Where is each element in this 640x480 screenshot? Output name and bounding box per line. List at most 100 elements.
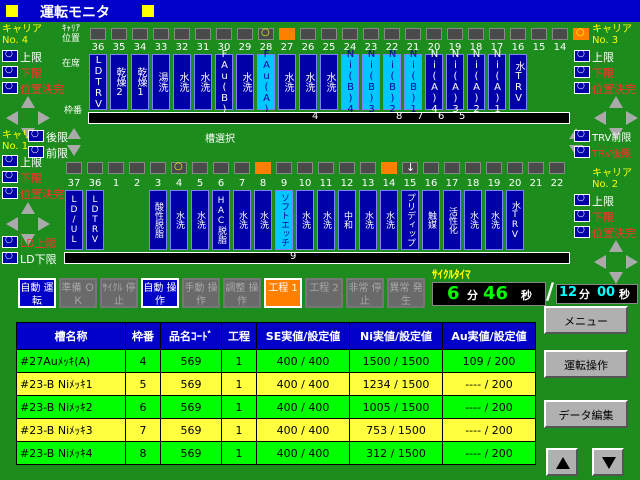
carrier-slot[interactable] [552,28,568,40]
carrier-slot[interactable] [426,28,442,40]
tank-cell[interactable]: 水洗 [254,190,272,250]
ld-up-indicator[interactable] [2,235,18,248]
carrier-slot[interactable] [342,28,358,40]
tank-cell[interactable]: FAu(A) [257,49,275,115]
carrier-1-pos-indicator[interactable] [2,186,18,199]
carrier-1-up-indicator[interactable] [2,154,18,167]
carrier-3-down-indicator[interactable] [574,65,590,78]
tank-cell[interactable]: 水洗 [380,190,398,250]
carrier-slot[interactable] [87,162,103,174]
carrier-2-pos-indicator[interactable] [574,225,590,238]
carrier-slot[interactable] [486,162,502,174]
carrier-slot[interactable] [90,28,106,40]
tank-cell[interactable]: Ni(A)1 [488,49,506,115]
carrier-2-up-indicator[interactable] [574,193,590,206]
carrier-slot[interactable] [321,28,337,40]
carrier-slot[interactable] [258,27,274,40]
mode-button[interactable]: 非常 停止 [346,278,384,308]
tank-cell[interactable]: LD/UL [65,190,83,250]
tank-cell[interactable]: Ni(B)4 [341,49,359,115]
carrier-slot[interactable] [150,162,166,174]
carrier-slot[interactable] [384,28,400,40]
ld-down-indicator[interactable] [2,251,18,264]
tank-cell[interactable]: Ni(A)2 [467,49,485,115]
table-row[interactable]: #23-B Niﾒｯｷ3 7 569 1 400 / 400 753 / 1500 ----… [16,418,536,442]
tank-cell[interactable]: 水洗 [485,190,503,250]
mode-button[interactable]: 自動 操作 [141,278,179,308]
data-edit-button[interactable]: データ編集 [544,400,628,428]
carrier-slot[interactable] [489,28,505,40]
carrier-slot[interactable] [297,162,313,174]
tank-cell[interactable]: 水洗 [320,54,338,110]
carrier-slot[interactable] [381,162,397,174]
tank-cell[interactable]: 触媒 [422,190,440,250]
tank-cell[interactable]: 水洗 [191,190,209,250]
mode-button[interactable]: 異常 発生 [387,278,425,308]
tank-cell[interactable]: FAu(B) [215,49,233,115]
carrier-slot[interactable] [129,162,145,174]
carrier-slot[interactable] [465,162,481,174]
carrier-slot[interactable] [66,162,82,174]
mode-button[interactable]: 手動 操作 [182,278,220,308]
carrier-2-dpad[interactable] [594,240,638,284]
mode-button[interactable]: 工程 2 [305,278,343,308]
carrier-slot[interactable] [507,162,523,174]
tank-cell[interactable]: 水洗 [173,54,191,110]
carrier-4-pos-indicator[interactable] [2,81,18,94]
tank-cell[interactable]: 水洗 [299,54,317,110]
tank-cell[interactable]: 水洗 [464,190,482,250]
carrier-slot[interactable] [255,162,271,174]
tank-cell[interactable]: 水洗 [236,54,254,110]
scroll-up-button[interactable] [546,448,578,476]
carrier-1-back-indicator[interactable] [28,129,44,142]
carrier-slot[interactable] [468,28,484,40]
operation-button[interactable]: 運転操作 [544,350,628,378]
carrier-slot[interactable] [213,162,229,174]
table-row[interactable]: #27Auﾒｯｷ(A) 4 569 1 400 / 400 1500 / 1500 109 … [16,349,536,373]
carrier-slot[interactable] [171,161,187,174]
tank-cell[interactable]: HAC脱脂 [212,190,230,250]
mode-button[interactable]: ｻｲｸﾙ 停止 [100,278,138,308]
tank-cell[interactable]: 乾燥2 [110,54,128,110]
tank-cell[interactable]: Ni(B)1 [404,49,422,115]
carrier-slot[interactable] [192,162,208,174]
table-row[interactable]: #23-B Niﾒｯｷ4 8 569 1 400 / 400 312 / 1500 ----… [16,441,536,465]
scroll-down-button[interactable] [592,448,624,476]
tank-cell[interactable]: 水洗 [278,54,296,110]
tank-cell[interactable]: Ni(B)2 [383,49,401,115]
carrier-slot[interactable] [111,28,127,40]
carrier-slot[interactable] [276,162,292,174]
tank-cell[interactable]: 水TRV [506,190,524,250]
carrier-slot[interactable] [279,28,295,40]
carrier-slot[interactable] [237,28,253,40]
carrier-slot[interactable] [549,162,565,174]
tank-cell[interactable]: 水洗 [233,190,251,250]
trv-front-indicator[interactable] [574,129,590,142]
carrier-slot[interactable] [444,162,460,174]
tank-cell[interactable]: プリディップ [401,190,419,250]
tank-cell[interactable]: 水洗 [194,54,212,110]
table-row[interactable]: #23-B Niﾒｯｷ1 5 569 1 400 / 400 1234 / 1500 ---… [16,372,536,396]
carrier-slot[interactable] [363,28,379,40]
carrier-3-up-indicator[interactable] [574,49,590,62]
carrier-slot[interactable] [132,28,148,40]
carrier-1-updown-icon[interactable] [66,128,82,158]
carrier-slot[interactable] [195,28,211,40]
tank-cell[interactable]: 水TRV [509,54,527,110]
tank-cell[interactable]: 水洗 [359,190,377,250]
tank-cell[interactable]: Ni(A)4 [425,49,443,115]
carrier-slot[interactable] [174,28,190,40]
carrier-slot[interactable] [402,161,418,174]
carrier-slot[interactable] [300,28,316,40]
mode-button[interactable]: 自動 運転 [18,278,56,308]
carrier-slot[interactable] [318,162,334,174]
tank-cell[interactable]: Ni(A)3 [446,49,464,115]
tank-cell[interactable]: ソフトエッチ [275,190,293,250]
tank-cell[interactable]: 湯洗 [152,54,170,110]
tank-cell[interactable]: LDTRV [86,190,104,250]
carrier-slot[interactable] [531,28,547,40]
tank-cell[interactable]: 水洗 [317,190,335,250]
carrier-slot[interactable] [153,28,169,40]
trv-back-indicator[interactable] [574,145,590,158]
menu-button[interactable]: メニュー [544,306,628,334]
